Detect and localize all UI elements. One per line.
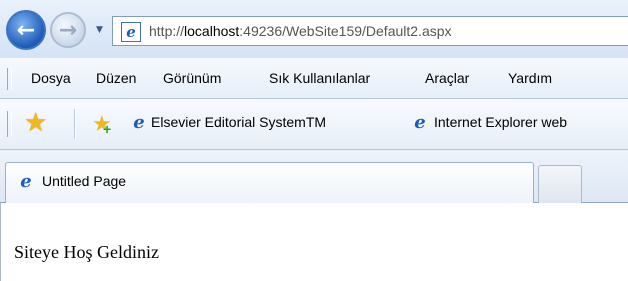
menu-view[interactable]: Görünüm [163,70,221,86]
favorites-center-button[interactable]: ★ [24,109,47,135]
url-text: http://localhost:49236/WebSite159/Defaul… [149,23,452,39]
new-tab-button[interactable] [538,165,582,203]
ie-logo-icon: e [121,22,141,42]
url-prefix: http:// [149,23,185,39]
menu-edit[interactable]: Düzen [96,70,136,86]
url-input[interactable]: e http://localhost:49236/WebSite159/Defa… [112,16,628,46]
toolbar-grip[interactable] [7,68,12,90]
toolbar-divider [74,109,75,139]
menu-bar: Dosya Düzen Görünüm Sık Kullanılanlar Ar… [0,58,628,99]
back-button[interactable]: ← [6,10,46,50]
menu-tools[interactable]: Araçlar [425,70,469,86]
url-host: localhost [184,23,240,39]
back-arrow-icon: ← [16,17,36,43]
ie-logo-icon: e [414,112,426,133]
ie-logo-icon: e [133,112,145,133]
ie-logo-icon: e [20,171,32,192]
menu-help[interactable]: Yardım [508,70,552,86]
forward-arrow-icon: → [58,17,78,43]
welcome-text: Siteye Hoş Geldiniz [14,242,159,262]
url-path: :49236/WebSite159/Default2.aspx [239,23,452,39]
star-icon: ★ [24,107,48,137]
menu-file[interactable]: Dosya [31,70,71,86]
address-bar: ← → ▼ e http://localhost:49236/WebSite15… [0,0,628,59]
favorite-link-elsevier[interactable]: Elsevier Editorial SystemTM [151,114,326,130]
toolbar-grip[interactable] [7,111,12,137]
forward-button[interactable]: → [50,12,86,48]
page-content: Siteye Hoş Geldiniz [0,203,628,281]
chevron-down-icon: ▼ [96,25,103,35]
recent-pages-dropdown[interactable]: ▼ [96,25,103,35]
tab-untitled-page[interactable]: e Untitled Page [5,162,534,203]
favorites-bar: ★ ★ + e Elsevier Editorial SystemTM e In… [0,99,628,150]
tab-title: Untitled Page [42,173,127,189]
plus-icon: + [103,121,112,137]
tab-row: e Untitled Page [0,150,628,203]
menu-favorites[interactable]: Sık Kullanılanlar [269,70,370,86]
favorite-link-ie-web[interactable]: Internet Explorer web [434,114,567,130]
